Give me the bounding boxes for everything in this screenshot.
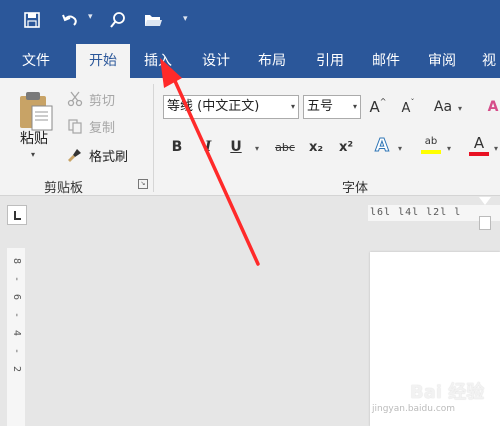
highlight-label: ab — [424, 136, 438, 147]
left-indent-marker[interactable] — [479, 216, 491, 230]
paintbrush-icon — [66, 146, 84, 164]
watermark-logo: Bai 经验 — [410, 382, 485, 403]
grow-font-button[interactable]: A ^ — [368, 96, 388, 118]
tab-stop-selector[interactable] — [7, 205, 27, 225]
tab-home[interactable]: 开始 — [76, 44, 130, 78]
italic-button[interactable]: I — [200, 136, 216, 158]
vruler-mark: 8 — [11, 257, 22, 265]
clipboard-launcher-icon[interactable]: ↘ — [138, 179, 148, 189]
tab-file[interactable]: 文件 — [12, 42, 60, 78]
format-painter-label: 格式刷 — [89, 149, 129, 165]
font-name-value: 等线 (中文正文) — [167, 99, 260, 114]
chevron-down-icon[interactable]: ▾ — [255, 144, 259, 153]
tab-layout[interactable]: 布局 — [248, 42, 296, 78]
tab-mailings[interactable]: 邮件 — [362, 42, 410, 78]
tab-design[interactable]: 设计 — [192, 42, 240, 78]
copy-label: 复制 — [89, 120, 116, 136]
font-name-combo[interactable]: 等线 (中文正文) ▾ — [163, 95, 299, 119]
open-folder-icon[interactable] — [141, 8, 165, 32]
change-case-label: Aa — [433, 99, 453, 115]
clipboard-group-label: 剪贴板 — [44, 181, 84, 196]
watermark-url: jingyan.baidu.com — [372, 404, 456, 414]
font-color-button[interactable]: A — [468, 132, 490, 158]
cut-button[interactable]: 剪切 — [66, 88, 115, 110]
paste-label: 粘贴 — [20, 131, 48, 147]
undo-dropdown-icon[interactable]: ▾ — [88, 12, 93, 22]
strikethrough-button[interactable]: abc — [272, 136, 298, 158]
chevron-down-icon[interactable]: ▾ — [458, 104, 462, 113]
font-group-label: 字体 — [342, 181, 369, 196]
search-icon[interactable] — [106, 8, 130, 32]
grow-font-label: A — [369, 98, 380, 116]
caret-up-icon: ^ — [379, 96, 387, 106]
text-effects-button[interactable]: A — [372, 134, 392, 156]
tab-references[interactable]: 引用 — [306, 42, 354, 78]
font-size-combo[interactable]: 五号 ▾ — [303, 95, 361, 119]
save-icon[interactable] — [20, 8, 44, 32]
chevron-down-icon[interactable]: ▾ — [291, 96, 295, 118]
tab-view[interactable]: 视 — [474, 42, 500, 78]
font-color-swatch — [469, 151, 489, 156]
ribbon-tabs: 文件 开始 插入 设计 布局 引用 邮件 审阅 视 — [0, 42, 500, 78]
tab-insert[interactable]: 插入 — [134, 42, 182, 78]
shrink-font-button[interactable]: Aˇ — [398, 97, 418, 119]
horizontal-ruler-marks: l6l l4l l2l l — [370, 207, 462, 218]
vruler-tick: - — [11, 275, 22, 283]
bold-button[interactable]: B — [169, 136, 185, 158]
shrink-font-label: A — [401, 100, 411, 116]
vruler-mark: 4 — [11, 329, 22, 337]
chevron-down-icon[interactable]: ▾ — [353, 96, 357, 118]
ribbon: 粘贴 ▾ 剪切 复制 格式刷 剪贴板 ↘ 等线 (中文正文) ▾ 五号 ▾ A ^… — [0, 78, 500, 196]
chevron-down-icon[interactable]: ▾ — [447, 144, 451, 153]
vruler-mark: 6 — [11, 293, 22, 301]
copy-button[interactable]: 复制 — [66, 115, 115, 137]
highlight-button[interactable]: ab — [420, 132, 442, 158]
title-bar: ▾ ▾ — [0, 0, 500, 42]
subscript-button[interactable]: x₂ — [306, 136, 326, 158]
chevron-down-icon[interactable]: ▾ — [494, 144, 498, 153]
chevron-down-icon[interactable]: ▾ — [398, 144, 402, 153]
vruler-tick: - — [11, 311, 22, 319]
vertical-ruler-marks: 8 - 6 - 4 - 2 — [9, 252, 23, 376]
first-line-indent-marker[interactable] — [479, 197, 491, 205]
font-color-label: A — [473, 133, 485, 152]
vruler-tick: - — [11, 347, 22, 355]
superscript-button[interactable]: x² — [336, 136, 356, 158]
cut-label: 剪切 — [89, 93, 116, 109]
highlight-color-swatch — [421, 150, 441, 154]
undo-icon[interactable] — [58, 8, 82, 32]
paste-dropdown-icon[interactable]: ▾ — [31, 150, 35, 159]
change-case-button[interactable]: Aa — [432, 96, 454, 118]
tab-review[interactable]: 审阅 — [418, 42, 466, 78]
caret-down-icon: ˇ — [410, 97, 415, 107]
clear-formatting-icon[interactable]: A — [486, 96, 500, 118]
font-size-value: 五号 — [307, 99, 334, 114]
copy-icon — [66, 117, 84, 135]
format-painter-button[interactable]: 格式刷 — [66, 144, 128, 166]
scissors-icon — [66, 90, 84, 108]
vruler-mark: 2 — [11, 365, 22, 373]
customize-icon[interactable]: ▾ — [183, 14, 188, 24]
group-divider — [153, 84, 154, 192]
underline-button[interactable]: U — [228, 136, 244, 158]
